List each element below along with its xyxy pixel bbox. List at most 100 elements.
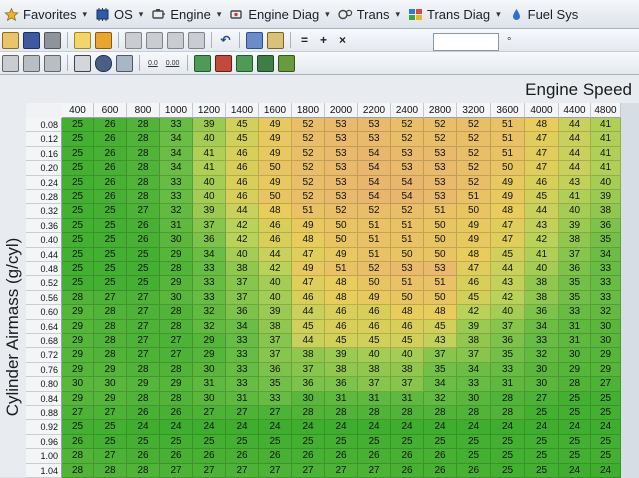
table-cell[interactable]: 25 (62, 218, 94, 234)
table-cell[interactable]: 51 (491, 118, 525, 133)
table-cell[interactable]: 40 (358, 348, 391, 363)
table-cell[interactable]: 25 (94, 247, 127, 262)
row-header[interactable]: 0.44 (26, 247, 62, 262)
table-cell[interactable]: 52 (457, 175, 491, 190)
column-header[interactable]: 1400 (226, 103, 259, 118)
table-cell[interactable]: 36 (491, 334, 525, 349)
table-cell[interactable]: 28 (391, 406, 424, 421)
table-cell[interactable]: 52 (457, 146, 491, 162)
table-cell[interactable]: 29 (62, 319, 94, 334)
row-header[interactable]: 0.52 (26, 276, 62, 291)
table-cell[interactable]: 50 (424, 247, 457, 262)
table-cell[interactable]: 26 (424, 463, 457, 478)
table-cell[interactable]: 33 (491, 362, 525, 378)
table-cell[interactable]: 26 (127, 449, 160, 464)
table-cell[interactable]: 25 (591, 406, 621, 421)
row-header[interactable]: 0.56 (26, 290, 62, 306)
table-view-icon[interactable] (125, 31, 142, 49)
copy-icon[interactable] (246, 31, 263, 49)
table-cell[interactable]: 45 (358, 334, 391, 349)
table-cell[interactable]: 29 (62, 334, 94, 349)
table-cell[interactable]: 25 (559, 406, 591, 421)
table-cell[interactable]: 25 (62, 276, 94, 291)
table-cell[interactable]: 49 (325, 247, 358, 262)
multiply-button[interactable]: × (335, 33, 350, 48)
table-cell[interactable]: 44 (292, 305, 325, 320)
table-cell[interactable]: 28 (424, 406, 457, 421)
table-cell[interactable]: 42 (457, 305, 491, 320)
table-cell[interactable]: 43 (491, 276, 525, 291)
table-cell[interactable]: 44 (559, 132, 591, 147)
table-cell[interactable]: 34 (160, 146, 193, 162)
table-cell[interactable]: 47 (525, 161, 559, 176)
table-cell[interactable]: 30 (525, 377, 559, 392)
table-cell[interactable]: 25 (457, 449, 491, 464)
table-cell[interactable]: 41 (591, 132, 621, 147)
column-header[interactable]: 1000 (160, 103, 193, 118)
table-cell[interactable]: 40 (226, 247, 259, 262)
table-cell[interactable]: 25 (591, 434, 621, 450)
table-cell[interactable]: 54 (358, 190, 391, 205)
table-cell[interactable]: 26 (358, 449, 391, 464)
table-cell[interactable]: 49 (259, 175, 292, 190)
table-cell[interactable]: 41 (591, 146, 621, 162)
table-cell[interactable]: 33 (226, 377, 259, 392)
table-cell[interactable]: 25 (525, 449, 559, 464)
table-cell[interactable]: 38 (525, 290, 559, 306)
table-cell[interactable]: 54 (358, 146, 391, 162)
table-cell[interactable]: 24 (193, 420, 226, 435)
table-cell[interactable]: 34 (525, 319, 559, 334)
table-cell[interactable]: 51 (491, 146, 525, 162)
table-cell[interactable]: 30 (457, 391, 491, 406)
table-cell[interactable]: 27 (292, 463, 325, 478)
table-cell[interactable]: 27 (127, 204, 160, 219)
table-cell[interactable]: 26 (457, 463, 491, 478)
table-cell[interactable]: 34 (591, 247, 621, 262)
table-cell[interactable]: 37 (292, 362, 325, 378)
table-cell[interactable]: 49 (259, 146, 292, 162)
table-cell[interactable]: 28 (160, 391, 193, 406)
row-header[interactable]: 0.36 (26, 218, 62, 234)
favorite-star-icon[interactable] (74, 31, 91, 49)
table-cell[interactable]: 27 (591, 377, 621, 392)
table-cell[interactable]: 27 (259, 463, 292, 478)
table-cell[interactable]: 36 (226, 305, 259, 320)
table-cell[interactable]: 43 (559, 175, 591, 190)
table-cell[interactable]: 39 (193, 118, 226, 133)
table-cell[interactable]: 46 (358, 319, 391, 334)
table-cell[interactable]: 27 (94, 406, 127, 421)
table-cell[interactable]: 27 (127, 348, 160, 363)
table-cell[interactable]: 44 (559, 118, 591, 133)
table-cell[interactable]: 26 (127, 233, 160, 248)
table-cell[interactable]: 37 (491, 319, 525, 334)
decimals-decrease-button[interactable]: 0.0 (146, 56, 160, 71)
table-cell[interactable]: 25 (559, 391, 591, 406)
table-cell[interactable]: 50 (424, 290, 457, 306)
table-cell[interactable]: 31 (358, 391, 391, 406)
table-cell[interactable]: 49 (259, 118, 292, 133)
table-cell[interactable]: 44 (292, 334, 325, 349)
table-cell[interactable]: 25 (160, 434, 193, 450)
column-header[interactable]: 600 (94, 103, 127, 118)
table-cell[interactable]: 45 (226, 118, 259, 133)
table-cell[interactable]: 34 (457, 362, 491, 378)
table-cell[interactable]: 27 (160, 348, 193, 363)
table-cell[interactable]: 25 (62, 190, 94, 205)
table-cell[interactable]: 45 (325, 334, 358, 349)
plus-button[interactable]: + (316, 33, 331, 48)
table-cell[interactable]: 28 (127, 463, 160, 478)
table-cell[interactable]: 26 (62, 434, 94, 450)
table-cell[interactable]: 45 (525, 190, 559, 205)
table-cell[interactable]: 26 (127, 218, 160, 234)
table-cell[interactable]: 25 (94, 276, 127, 291)
table-cell[interactable]: 46 (226, 190, 259, 205)
row-header[interactable]: 1.04 (26, 463, 62, 478)
table-cell[interactable]: 54 (391, 175, 424, 190)
table-cell[interactable]: 53 (424, 146, 457, 162)
table-cell[interactable]: 29 (193, 348, 226, 363)
table-cell[interactable]: 47 (292, 247, 325, 262)
table-cell[interactable]: 41 (559, 190, 591, 205)
table-cell[interactable]: 27 (160, 334, 193, 349)
table-cell[interactable]: 30 (591, 319, 621, 334)
table-cell[interactable]: 26 (127, 406, 160, 421)
